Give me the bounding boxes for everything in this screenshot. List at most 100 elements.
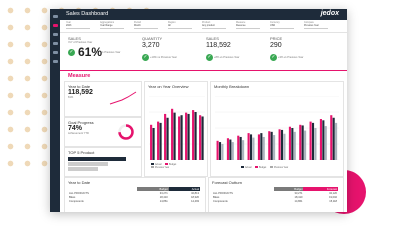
kpi-subtitle: +3% vs Previous Year <box>278 56 304 59</box>
check-icon: ✓ <box>68 49 75 56</box>
chart-legend: Actual Budget Previous Year <box>241 166 288 169</box>
bar-budget <box>159 122 162 160</box>
filter-dropdown[interactable]: Aggregations Year Range <box>100 21 124 29</box>
card-title: Forecast Outturn <box>212 180 243 185</box>
ytd-table: Budget Actual ALL PRODUCTS 33,271 32,813 Bi… <box>68 187 200 203</box>
filter-dropdown[interactable]: Compare Previous Year <box>304 21 328 29</box>
legend-label: Budget <box>259 167 267 169</box>
top5-bar <box>68 157 126 161</box>
bar-actual <box>257 134 260 160</box>
bar-previous-year <box>293 131 296 160</box>
bar-budget <box>260 133 263 160</box>
bar-actual <box>192 110 195 160</box>
filter-dropdown[interactable]: Product Any product <box>202 21 226 29</box>
bar-previous-year <box>242 140 245 160</box>
bar-budget <box>291 128 294 160</box>
legend-label: Previous Year <box>273 167 289 169</box>
nav-icon-data[interactable] <box>52 42 58 45</box>
nav-icon-settings[interactable] <box>52 51 58 54</box>
card-title: Year to Date <box>68 180 91 185</box>
kpi-note: vs Previous Year <box>101 51 121 54</box>
kpi-subtitle: +8% vs Previous Year <box>214 56 240 59</box>
filter-dropdown[interactable]: Currency USD <box>270 21 294 29</box>
bar-previous-year <box>231 142 234 160</box>
legend-label: Previous Year <box>155 167 170 169</box>
nav-icon-reports[interactable] <box>52 33 58 36</box>
kpi-card-sales: SALES 118,592 ✓ +8% vs Previous Year <box>202 34 266 71</box>
top5-bar <box>68 162 108 166</box>
jedox-logo: jedox <box>320 10 339 17</box>
kpi-card-price: PRICE 290 ✓ +3% vs Previous Year <box>266 34 330 71</box>
bar-previous-year <box>283 133 286 160</box>
filter-dropdown[interactable]: Year 2023 <box>66 21 90 29</box>
bar-previous-year <box>221 144 224 160</box>
bar-budget <box>218 142 222 160</box>
filter-dropdown[interactable]: Measure Revenue <box>236 21 260 29</box>
bar-actual <box>157 121 160 160</box>
bar-budget <box>166 117 169 160</box>
bar-budget <box>249 134 253 160</box>
bar-actual <box>330 115 333 160</box>
bar-actual <box>150 124 153 160</box>
bar-budget <box>301 125 304 160</box>
legend-label: Actual <box>155 164 162 166</box>
bar-actual <box>278 129 281 160</box>
kpi-title: PRICE <box>270 36 283 41</box>
bar-budget <box>194 112 197 160</box>
chart-legend: Actual Budget Previous Year <box>151 163 176 169</box>
sidebar <box>50 9 60 212</box>
bar-budget <box>311 122 315 160</box>
table-row: Components 14,861 14,493 <box>69 199 199 203</box>
bar-actual <box>226 138 229 160</box>
card-monthly-breakdown: Monthly Breakdown Actual Budget Previous… <box>210 81 344 177</box>
legend-label: Actual <box>245 167 252 169</box>
app-title: Sales Dashboard <box>66 11 109 17</box>
bar-budget <box>280 129 284 160</box>
nav-icon-dashboard[interactable] <box>52 24 58 27</box>
card-title: Monthly Breakdown <box>214 84 250 89</box>
ytd-sparkline <box>109 91 137 105</box>
bar-previous-year <box>335 122 338 160</box>
kpi-value: 118,592 <box>206 42 231 49</box>
bar-actual <box>199 115 202 160</box>
bar-actual <box>309 121 312 160</box>
kpi-card-quantity: QUANTITY 3,270 ✓ +10% vs Previous Year <box>138 34 202 71</box>
card-title: Year on Year Overview <box>148 84 189 89</box>
card-title: TOP 5 Product <box>68 150 95 155</box>
kpi-title: QUANTITY <box>142 36 163 41</box>
nav-icon-users[interactable] <box>52 60 58 63</box>
bar-actual <box>185 112 188 160</box>
bar-budget <box>332 117 335 160</box>
kpi-big-value: 61% <box>78 45 103 59</box>
kpi-title: SALES <box>206 36 219 41</box>
card-year-on-year: Year on Year Overview Actual Budget Prev… <box>144 81 208 177</box>
kpi-subtitle: +10% vs Previous Year <box>150 56 177 59</box>
kpi-value: 3,270 <box>142 42 160 49</box>
monthly-bar-chart <box>215 96 339 160</box>
section-divider <box>60 70 347 71</box>
bar-budget <box>239 136 242 160</box>
filter-dropdown[interactable]: Period Month <box>134 21 158 29</box>
card-top5-product: TOP 5 Product <box>64 147 142 177</box>
bar-previous-year <box>304 130 307 160</box>
filter-dropdown[interactable]: Region All <box>168 21 192 29</box>
dashboard-window: Sales Dashboard jedox Year 2023 Aggregatio… <box>50 9 347 212</box>
filter-bar: Year 2023 Aggregations Year Range Period Mont… <box>60 20 347 33</box>
bar-actual <box>216 140 219 160</box>
table-card-ytd: Year to Date Budget Actual ALL PRODUCTS 33… <box>64 177 206 212</box>
bar-actual <box>237 135 240 160</box>
bar-budget <box>270 131 273 160</box>
card-year-to-date: Year to Date 118,592 81% <box>64 81 142 117</box>
top5-bar <box>68 167 98 171</box>
top-bar: Sales Dashboard jedox <box>60 9 347 20</box>
goal-donut <box>118 124 134 140</box>
bar-actual <box>178 116 181 160</box>
section-title: Measure <box>68 73 91 79</box>
check-icon: ✓ <box>142 54 149 61</box>
bar-actual <box>288 126 291 160</box>
nav-icon-home[interactable] <box>52 15 58 18</box>
bar-budget <box>152 128 155 160</box>
bar-previous-year <box>324 126 327 160</box>
kpi-card-sales-yoy: SALES YoY of Previous Year ✓ 61% vs Prev… <box>64 34 128 71</box>
check-icon: ✓ <box>206 54 213 61</box>
